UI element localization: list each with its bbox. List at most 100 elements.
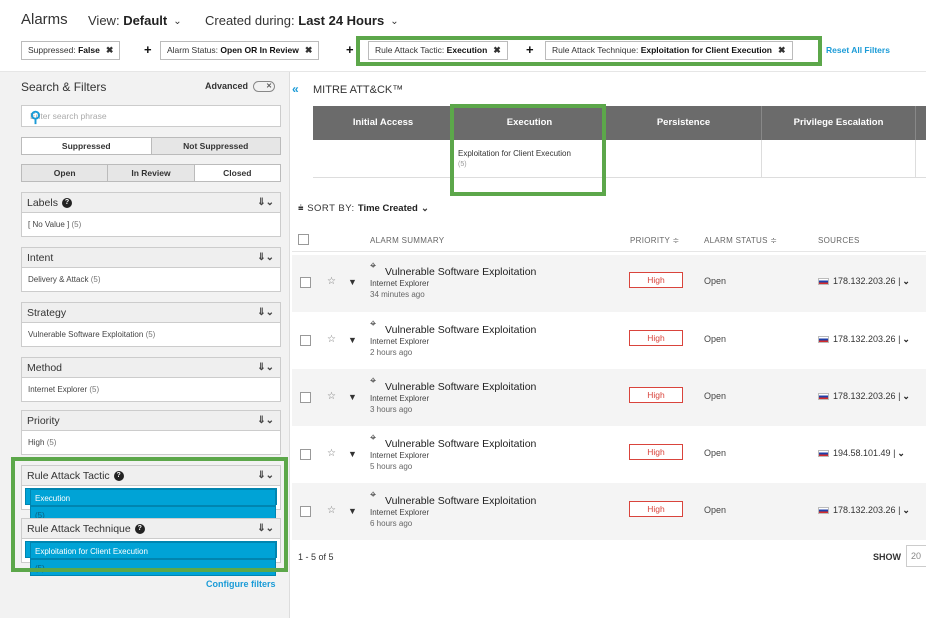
filter-header[interactable]: Priority ⇓⌄: [22, 411, 280, 431]
page-size-select[interactable]: 20: [906, 545, 926, 567]
mitre-col-persistence[interactable]: Persistence: [606, 106, 762, 140]
filter-value[interactable]: High (5): [22, 431, 280, 454]
segment-not-suppressed[interactable]: Not Suppressed: [151, 138, 280, 154]
collapse-sidebar-icon[interactable]: «: [292, 82, 299, 96]
filter-value[interactable]: [ No Value ] (5): [22, 213, 280, 236]
row-checkbox[interactable]: [300, 449, 311, 460]
alarm-time: 5 hours ago: [370, 462, 413, 471]
chevron-down-icon[interactable]: ⌄: [902, 391, 910, 401]
sort-by-control[interactable]: ⩧ SORT BY: Time Created ⌄: [298, 203, 429, 214]
search-input[interactable]: Enter search phrase ⚲: [21, 105, 281, 127]
star-icon[interactable]: ☆: [327, 448, 336, 459]
filter-count: (5): [71, 220, 82, 229]
funnel-icon[interactable]: ▼: [348, 506, 357, 516]
row-checkbox[interactable]: [300, 392, 311, 403]
star-icon[interactable]: ☆: [327, 505, 336, 516]
sort-filter-icon[interactable]: ⇓⌄: [257, 193, 274, 213]
chip-label: Alarm Status:: [167, 45, 219, 55]
filter-header[interactable]: Rule Attack Tactic? ⇓⌄: [22, 466, 280, 486]
help-icon[interactable]: ?: [61, 198, 72, 209]
star-icon[interactable]: ☆: [327, 334, 336, 345]
alarm-title[interactable]: Vulnerable Software Exploitation: [385, 495, 536, 507]
filter-intent: Intent ⇓⌄ Delivery & Attack (5): [21, 247, 281, 292]
source-ip[interactable]: 194.58.101.49 | ⌄: [833, 448, 905, 459]
alarm-title[interactable]: Vulnerable Software Exploitation: [385, 266, 536, 278]
col-alarm-status[interactable]: ALARM STATUS ≑: [704, 236, 777, 245]
filter-header[interactable]: Labels? ⇓⌄: [22, 193, 280, 213]
star-icon[interactable]: ☆: [327, 391, 336, 402]
sort-filter-icon[interactable]: ⇓⌄: [257, 411, 274, 431]
remove-chip-icon[interactable]: ✖: [305, 45, 313, 55]
segment-open[interactable]: Open: [22, 165, 109, 181]
created-during-selector[interactable]: Created during: Last 24 Hours ⌄: [205, 13, 399, 28]
col-priority[interactable]: PRIORITY ≑: [630, 236, 680, 245]
alarm-status: Open: [704, 391, 727, 401]
created-label: Created during:: [205, 13, 295, 28]
remove-chip-icon[interactable]: ✖: [493, 45, 501, 55]
toggle-switch[interactable]: ✕: [253, 81, 276, 93]
pagination-range: 1 - 5 of 5: [298, 552, 334, 562]
filter-value-selected[interactable]: Execution (5): [22, 486, 280, 523]
alarm-title[interactable]: Vulnerable Software Exploitation: [385, 381, 536, 393]
segment-suppressed[interactable]: Suppressed: [22, 138, 152, 154]
alarm-method: Internet Explorer: [370, 337, 430, 346]
configure-filters-link[interactable]: Configure filters: [206, 579, 276, 589]
filter-value[interactable]: Delivery & Attack (5): [22, 268, 280, 291]
source-ip[interactable]: 178.132.203.26 | ⌄: [833, 276, 910, 287]
filter-header[interactable]: Intent ⇓⌄: [22, 248, 280, 268]
chevron-down-icon[interactable]: ⌄: [902, 334, 910, 344]
row-checkbox[interactable]: [300, 506, 311, 517]
col-alarm-summary[interactable]: ALARM SUMMARY: [370, 236, 444, 245]
col-sources[interactable]: SOURCES: [818, 236, 860, 245]
chevron-down-icon[interactable]: ⌄: [897, 448, 905, 458]
filter-header[interactable]: Method ⇓⌄: [22, 358, 280, 378]
filter-value[interactable]: Vulnerable Software Exploitation (5): [22, 323, 280, 346]
add-filter-icon[interactable]: +: [144, 42, 152, 57]
row-checkbox[interactable]: [300, 335, 311, 346]
source-ip[interactable]: 178.132.203.26 | ⌄: [833, 505, 910, 516]
source-ip[interactable]: 178.132.203.26 | ⌄: [833, 391, 910, 402]
segment-closed[interactable]: Closed: [195, 165, 280, 181]
row-checkbox[interactable]: [300, 277, 311, 288]
alarm-title[interactable]: Vulnerable Software Exploitation: [385, 438, 536, 450]
view-selector[interactable]: View: Default ⌄: [88, 13, 182, 28]
chevron-down-icon: ⌄: [390, 16, 399, 27]
chevron-down-icon[interactable]: ⌄: [902, 505, 910, 515]
selected-value: Exploitation for Client Execution (5): [25, 541, 277, 576]
mitre-col-privilege-escalation[interactable]: Privilege Escalation: [762, 106, 916, 140]
help-icon[interactable]: ?: [134, 524, 145, 535]
reset-all-filters-link[interactable]: Reset All Filters: [826, 45, 890, 55]
chevron-down-icon[interactable]: ⌄: [902, 276, 910, 286]
help-icon[interactable]: ?: [113, 471, 124, 482]
filter-header[interactable]: Strategy ⇓⌄: [22, 303, 280, 323]
add-filter-icon[interactable]: +: [526, 42, 534, 57]
alarm-title[interactable]: Vulnerable Software Exploitation: [385, 324, 536, 336]
segment-in-review[interactable]: In Review: [108, 165, 195, 181]
filter-value[interactable]: Internet Explorer (5): [22, 378, 280, 401]
remove-chip-icon[interactable]: ✖: [106, 45, 114, 55]
select-all-checkbox[interactable]: [298, 234, 309, 245]
mitre-col-initial-access[interactable]: Initial Access: [313, 106, 454, 140]
flag-icon: [818, 278, 829, 285]
funnel-icon[interactable]: ▼: [348, 392, 357, 402]
advanced-label: Advanced: [205, 81, 249, 91]
advanced-toggle[interactable]: Advanced ✕: [205, 81, 276, 93]
sort-filter-icon[interactable]: ⇓⌄: [257, 519, 274, 539]
funnel-icon[interactable]: ▼: [348, 335, 357, 345]
add-filter-icon[interactable]: +: [346, 42, 354, 57]
mitre-col-execution[interactable]: Execution: [454, 106, 606, 140]
search-icon[interactable]: ⚲: [30, 108, 274, 126]
source-ip[interactable]: 178.132.203.26 | ⌄: [833, 334, 910, 345]
sort-filter-icon[interactable]: ⇓⌄: [257, 466, 274, 486]
funnel-icon[interactable]: ▼: [348, 449, 357, 459]
remove-chip-icon[interactable]: ✖: [778, 45, 786, 55]
sort-filter-icon[interactable]: ⇓⌄: [257, 358, 274, 378]
sort-filter-icon[interactable]: ⇓⌄: [257, 303, 274, 323]
filter-value-selected[interactable]: Exploitation for Client Execution (5): [22, 539, 280, 576]
mitre-technique-link[interactable]: Exploitation for Client Execution: [458, 149, 571, 158]
star-icon[interactable]: ☆: [327, 276, 336, 287]
sort-filter-icon[interactable]: ⇓⌄: [257, 248, 274, 268]
top-bar: Alarms View: Default ⌄ Created during: La…: [0, 0, 926, 72]
funnel-icon[interactable]: ▼: [348, 277, 357, 287]
filter-header[interactable]: Rule Attack Technique? ⇓⌄: [22, 519, 280, 539]
